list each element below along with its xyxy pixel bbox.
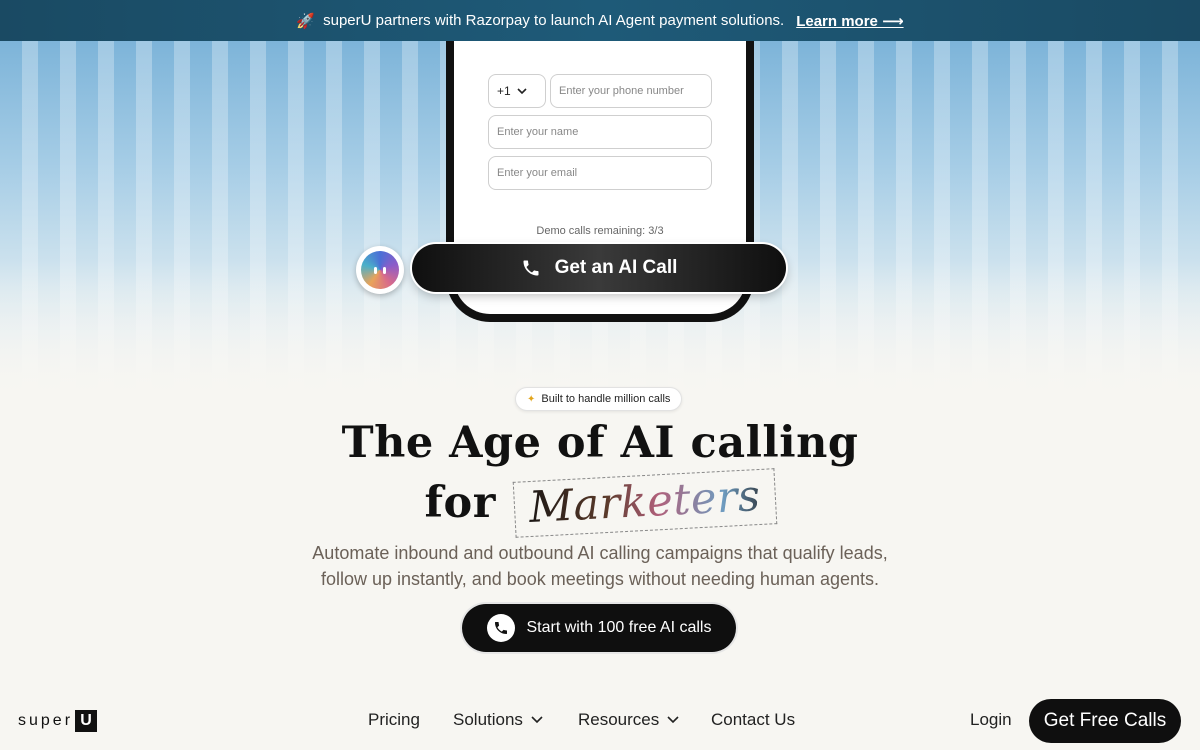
nav-resources-label: Resources [578, 710, 660, 729]
start-free-calls-button[interactable]: Start with 100 free AI calls [462, 604, 736, 652]
phone-input[interactable]: Enter your phone number [550, 74, 712, 108]
logo-mark: U [75, 710, 98, 732]
badge-text: Built to handle million calls [541, 393, 671, 405]
nav-contact-label: Contact Us [711, 710, 796, 729]
login-link[interactable]: Login [970, 710, 1012, 730]
nav-solutions[interactable]: Solutions [453, 710, 543, 730]
rocket-icon: 🚀 [296, 12, 316, 30]
get-free-calls-label: Get Free Calls [1043, 710, 1167, 731]
email-placeholder: Enter your email [497, 167, 578, 179]
get-ai-call-label: Get an AI Call [554, 257, 678, 278]
cta-label: Start with 100 free AI calls [526, 619, 712, 636]
login-label: Login [970, 710, 1012, 729]
name-placeholder: Enter your name [497, 126, 579, 138]
country-code: +1 [497, 84, 511, 98]
avatar-orb-icon [361, 251, 399, 289]
get-ai-call-button[interactable]: Get an AI Call [412, 244, 786, 292]
chevron-down-icon [517, 87, 527, 94]
nav-pricing[interactable]: Pricing [368, 710, 420, 730]
subtitle-line-2: follow up instantly, and book meetings w… [320, 569, 880, 589]
headline-highlight: Marketers [512, 468, 777, 538]
sparkle-icon: ✦ [527, 393, 536, 405]
ai-agent-avatar [356, 246, 404, 294]
get-free-calls-button[interactable]: Get Free Calls [1029, 699, 1181, 743]
country-code-select[interactable]: +1 [488, 74, 546, 108]
demo-calls-remaining: Demo calls remaining: 3/3 [536, 225, 664, 237]
name-input[interactable]: Enter your name [488, 115, 712, 149]
headline-prefix: for [424, 478, 496, 528]
headline-line-2: for Marketers [0, 468, 1200, 538]
nav-resources[interactable]: Resources [578, 710, 679, 730]
headline-line-1: The Age of AI calling [341, 418, 859, 468]
phone-placeholder: Enter your phone number [559, 85, 684, 97]
superu-logo[interactable]: super U [18, 710, 98, 732]
logo-text: super [18, 712, 74, 729]
chevron-down-icon [667, 716, 679, 724]
nav-pricing-label: Pricing [368, 710, 420, 729]
phone-icon [486, 614, 515, 642]
nav-solutions-label: Solutions [453, 710, 523, 729]
chevron-down-icon [531, 716, 543, 724]
phone-icon [523, 260, 539, 276]
subtitle-line-1: Automate inbound and outbound AI calling… [312, 543, 888, 563]
nav-contact[interactable]: Contact Us [711, 710, 795, 730]
learn-more-link[interactable]: Learn more ⟶ [796, 12, 903, 30]
navbar: super U Pricing Solutions Resources Cont… [0, 696, 1200, 750]
announcement-bar: 🚀 superU partners with Razorpay to launc… [0, 0, 1200, 41]
capacity-badge: ✦ Built to handle million calls [515, 387, 683, 411]
announcement-text: superU partners with Razorpay to launch … [323, 12, 785, 29]
email-input[interactable]: Enter your email [488, 156, 712, 190]
